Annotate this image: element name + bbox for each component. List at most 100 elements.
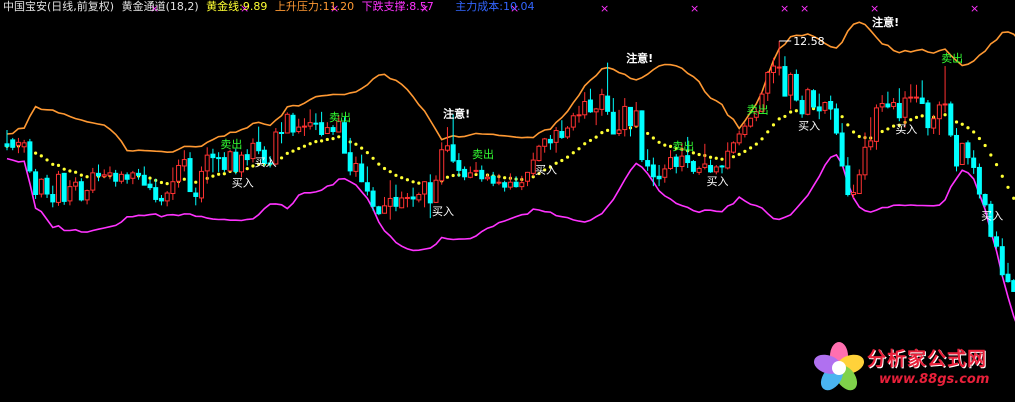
candle-down <box>456 160 462 171</box>
gold-dot <box>211 174 215 178</box>
candle-down <box>27 141 33 172</box>
candle-down <box>816 106 822 112</box>
candle-up <box>668 157 674 169</box>
gold-dot <box>1006 185 1010 189</box>
candle-up <box>770 65 776 73</box>
gold-dot <box>737 152 741 156</box>
buy-signal-label: 买入 <box>535 164 557 177</box>
gold-dot <box>651 136 655 140</box>
candle-up <box>416 194 422 201</box>
gold-dot <box>606 128 610 132</box>
candle-up <box>536 145 542 162</box>
candle-down <box>639 110 645 161</box>
gold-dot <box>714 156 718 160</box>
gold-dot <box>794 109 798 113</box>
gold-dot <box>600 131 604 135</box>
candle-up <box>822 101 828 111</box>
gold-dot <box>954 120 959 124</box>
candle-up <box>181 159 187 167</box>
gold-dot <box>325 137 329 142</box>
candle-up <box>284 113 290 134</box>
gold-dot <box>360 146 364 150</box>
buy-signal-label: 买入 <box>255 156 277 169</box>
candle-up <box>570 115 576 128</box>
candle-down <box>44 177 50 195</box>
upper-value: 上升压力:11.20 <box>274 0 355 13</box>
candle-up <box>593 108 599 113</box>
candle-up <box>55 173 61 203</box>
candle-up <box>307 122 313 127</box>
gold-dot <box>217 172 221 176</box>
candle-down <box>479 169 485 180</box>
candle-up <box>679 155 685 167</box>
gold-dot <box>39 154 43 158</box>
candle-down <box>559 131 565 138</box>
candle-up <box>891 101 897 107</box>
watermark-title: 分析家公式网 <box>867 348 988 370</box>
gold-dot <box>51 162 55 166</box>
candle-up <box>862 146 868 176</box>
gold-line-value: 黄金线:9.89 <box>206 0 268 13</box>
gold-dot <box>886 127 890 131</box>
candle-up <box>622 105 628 131</box>
candle-up <box>353 163 359 172</box>
candle-up <box>616 129 622 134</box>
candle-up <box>776 66 782 69</box>
gold-dot <box>720 157 724 161</box>
sell-signal-label: 卖出 <box>220 137 242 151</box>
candle-up <box>227 151 233 172</box>
candle-down <box>513 181 519 188</box>
candle-down <box>364 182 370 192</box>
gold-dot <box>789 110 793 114</box>
candle-up <box>742 125 748 135</box>
candle-up <box>422 181 428 195</box>
candle-up <box>565 127 571 138</box>
gold-dot <box>749 146 753 150</box>
candle-down <box>221 157 227 170</box>
candle-up <box>525 171 531 182</box>
gold-dot <box>445 175 450 179</box>
candle-up <box>576 114 582 117</box>
candle-up <box>868 140 874 148</box>
gold-dot <box>285 151 289 155</box>
candle-up <box>90 172 96 191</box>
candle-down <box>994 236 1000 247</box>
candle-down <box>393 196 399 207</box>
candle-up <box>730 142 736 153</box>
candle-up <box>296 126 302 133</box>
candle-down <box>427 182 433 204</box>
candle-down <box>833 108 839 134</box>
candle-up <box>73 181 79 187</box>
gold-dot <box>377 162 381 166</box>
candle-down <box>782 66 788 97</box>
chart-header: 中国宝安(日线,前复权) 黄金通道(18,2) 黄金线:9.89 上升压力:11… <box>3 0 538 14</box>
gold-dot <box>245 167 249 171</box>
buy-signal-label: 买入 <box>981 209 1003 222</box>
note-signal-label: 注意! <box>443 107 470 121</box>
candle-up <box>696 167 702 173</box>
candle-up <box>130 172 136 179</box>
gold-dot <box>34 151 38 155</box>
candle-down <box>330 127 336 133</box>
flower-logo-icon <box>813 342 865 391</box>
x-marker: × <box>690 2 699 15</box>
candle-up <box>662 168 668 178</box>
candle-down <box>811 90 817 108</box>
candle-up <box>15 141 21 146</box>
gold-dot <box>914 115 919 119</box>
candle-down <box>828 101 834 110</box>
sell-signal-label: 卖出 <box>329 110 351 124</box>
candle-down <box>490 175 496 184</box>
candle-up <box>170 181 176 195</box>
candle-up <box>67 186 73 202</box>
gold-dot <box>79 173 83 177</box>
candle-down <box>96 172 102 177</box>
sell-signal-label: 卖出 <box>941 51 963 65</box>
candle-up <box>805 89 811 115</box>
gold-dot <box>920 114 924 118</box>
candle-up <box>856 174 862 195</box>
candle-up <box>519 182 525 188</box>
gold-dot <box>503 176 507 180</box>
candles-layer <box>4 40 1015 292</box>
candle-up <box>542 138 548 147</box>
